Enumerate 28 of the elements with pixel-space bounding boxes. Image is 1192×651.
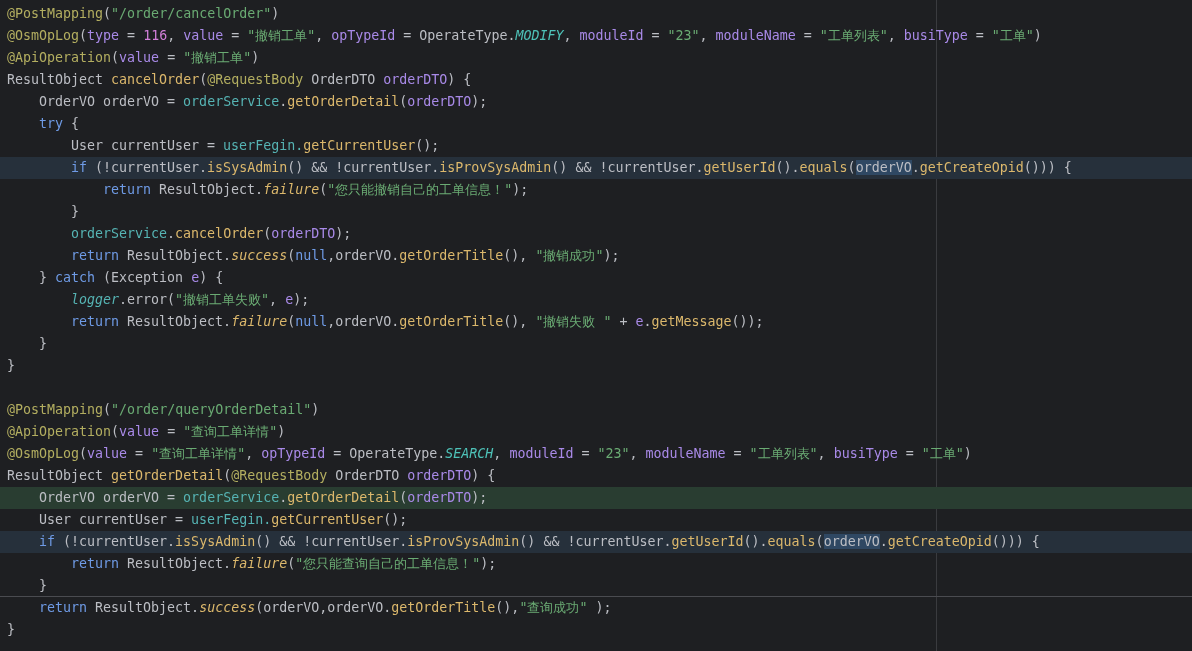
code-line: } catch (Exception e) { xyxy=(39,270,224,285)
code-line: @OsmOpLog(type = 116, value = "撤销工单", opTypeId = OperateType.MODIFY, moduleId = "23", moduleName = "工单列表", busiType = "工单") xyxy=(7,28,1042,43)
code-line: if (!currentUser.isSysAdmin() && !currentUser.isProvSysAdmin() && !currentUser.getUserId().equals(orderVO.getCreateOpid())) { xyxy=(39,534,1040,549)
code-line: return ResultObject.failure("您只能撤销自己的工单信息！"); xyxy=(103,182,529,197)
code-line: } xyxy=(7,358,15,373)
code-line: ResultObject cancelOrder(@RequestBody OrderDTO orderDTO) { xyxy=(7,72,472,87)
code-line: @PostMapping("/order/queryOrderDetail") xyxy=(7,402,320,417)
code-line: return ResultObject.failure(null,orderVO.getOrderTitle(), "撤销失败 " + e.getMessage()); xyxy=(71,314,764,329)
code-line: try { xyxy=(39,116,80,131)
code-line: @OsmOpLog(value = "查询工单详情", opTypeId = OperateType.SEARCH, moduleId = "23", moduleName = "工单列表", busiType = "工单") xyxy=(7,446,972,461)
code-line: if (!currentUser.isSysAdmin() && !currentUser.isProvSysAdmin() && !currentUser.getUserId().equals(orderVO.getCreateOpid())) { xyxy=(71,160,1072,175)
code-line: User currentUser = userFegin.getCurrentUser(); xyxy=(39,512,408,527)
code-line: ResultObject getOrderDetail(@RequestBody OrderDTO orderDTO) { xyxy=(7,468,496,483)
code-line: OrderVO orderVO = orderService.getOrderDetail(orderDTO); xyxy=(39,490,488,505)
code-line: logger.error("撤销工单失败", e); xyxy=(71,292,310,307)
code-line: } xyxy=(39,578,47,593)
code-line: } xyxy=(71,204,79,219)
code-line: @ApiOperation(value = "查询工单详情") xyxy=(7,424,286,439)
code-line: @PostMapping("/order/cancelOrder") xyxy=(7,6,280,21)
code-line: return ResultObject.failure("您只能查询自己的工单信息！"); xyxy=(71,556,497,571)
code-line: return ResultObject.success(null,orderVO.getOrderTitle(), "撤销成功"); xyxy=(71,248,620,263)
code-line: @ApiOperation(value = "撤销工单") xyxy=(7,50,260,65)
code-line: } xyxy=(39,336,47,351)
code-line: User currentUser = userFegin.getCurrentUser(); xyxy=(71,138,440,153)
code-line: return ResultObject.success(orderVO,orderVO.getOrderTitle(),"查询成功" ); xyxy=(39,600,612,615)
code-line: orderService.cancelOrder(orderDTO); xyxy=(71,226,352,241)
code-line: OrderVO orderVO = orderService.getOrderDetail(orderDTO); xyxy=(39,94,488,109)
code-line: } xyxy=(7,622,15,637)
